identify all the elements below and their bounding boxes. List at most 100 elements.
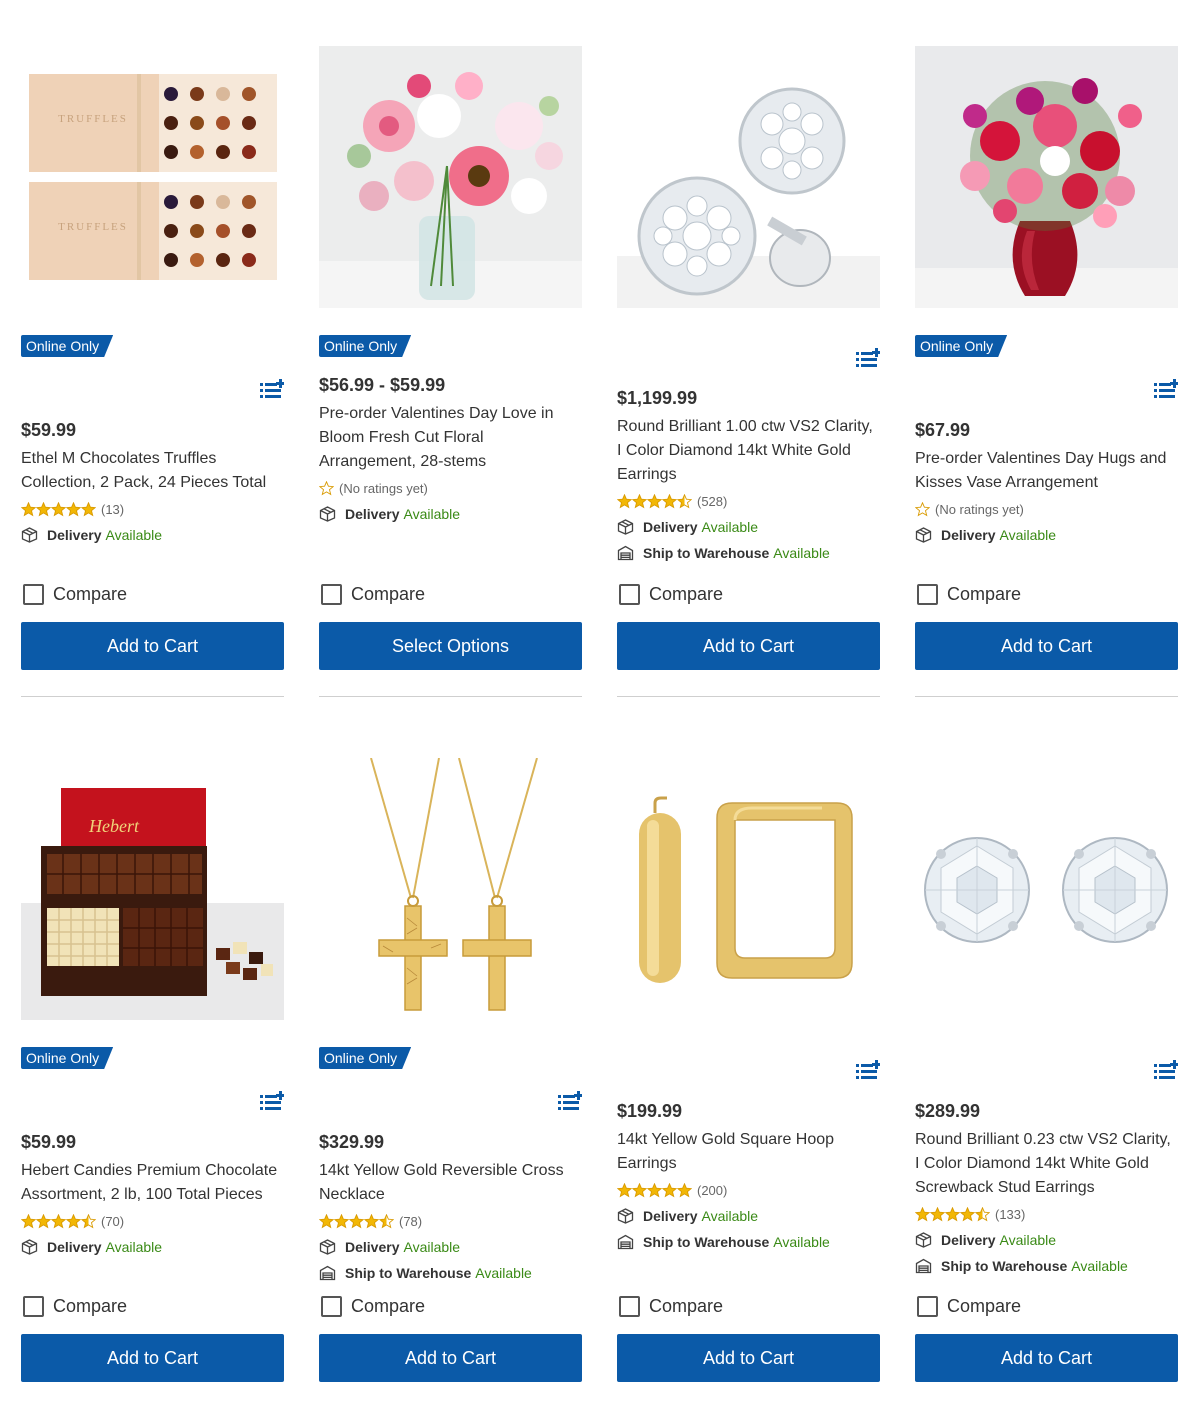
delivery-status: Delivery Available xyxy=(319,1238,582,1256)
star-icon xyxy=(319,480,334,495)
online-only-badge: Online Only xyxy=(319,1047,411,1069)
product-image[interactable] xyxy=(617,46,880,308)
review-count: (78) xyxy=(399,1213,423,1229)
product-card: Online Only $67.99 Pre-order Valentines … xyxy=(915,46,1178,697)
star-icon xyxy=(51,1213,66,1228)
review-count: (No ratings yet) xyxy=(339,480,428,496)
product-image[interactable]: TRUFFLES TRUFFLES xyxy=(21,46,284,308)
warehouse-icon xyxy=(319,1265,336,1281)
compare-checkbox[interactable]: Compare xyxy=(23,584,127,605)
delivery-status: Delivery Available xyxy=(915,1231,1178,1249)
add-to-cart-button[interactable]: Add to Cart xyxy=(617,1334,880,1382)
product-card: Online Only $329.99 14kt Yellow Gold Rev… xyxy=(319,758,582,1405)
compare-checkbox[interactable]: Compare xyxy=(321,1296,425,1317)
box-icon xyxy=(21,1239,38,1255)
checkbox[interactable] xyxy=(321,1296,342,1317)
add-to-cart-button[interactable]: Add to Cart xyxy=(617,622,880,670)
star-rating xyxy=(617,1182,692,1198)
star-icon xyxy=(632,493,647,508)
add-to-cart-button[interactable]: Add to Cart xyxy=(21,1334,284,1382)
compare-checkbox[interactable]: Compare xyxy=(321,584,425,605)
box-icon xyxy=(915,527,932,543)
checkbox[interactable] xyxy=(619,584,640,605)
product-info: $329.99 14kt Yellow Gold Reversible Cros… xyxy=(319,1131,582,1282)
checkbox[interactable] xyxy=(619,1296,640,1317)
star-icon xyxy=(349,1213,364,1228)
compare-checkbox[interactable]: Compare xyxy=(917,584,1021,605)
box-icon xyxy=(319,1239,336,1255)
product-title[interactable]: 14kt Yellow Gold Square Hoop Earrings xyxy=(617,1128,880,1176)
star-rating xyxy=(21,1213,96,1229)
checkbox[interactable] xyxy=(917,584,938,605)
product-image[interactable] xyxy=(319,758,582,1020)
online-only-badge: Online Only xyxy=(21,335,113,357)
star-rating xyxy=(915,501,930,517)
delivery-status: Delivery Available xyxy=(915,526,1178,544)
warehouse-icon xyxy=(617,1234,634,1250)
star-icon xyxy=(81,1213,96,1228)
star-icon xyxy=(36,501,51,516)
svg-text:TRUFFLES: TRUFFLES xyxy=(58,113,128,125)
checkbox[interactable] xyxy=(23,1296,44,1317)
delivery-status: Delivery Available xyxy=(319,505,582,523)
add-to-cart-button[interactable]: Add to Cart xyxy=(319,1334,582,1382)
product-image[interactable]: Hebert xyxy=(21,758,284,1020)
star-icon xyxy=(364,1213,379,1228)
add-to-cart-button[interactable]: Add to Cart xyxy=(915,622,1178,670)
add-to-list-icon[interactable] xyxy=(558,1091,582,1111)
product-rating: (70) xyxy=(21,1212,284,1230)
star-icon xyxy=(662,493,677,508)
checkbox[interactable] xyxy=(321,584,342,605)
divider xyxy=(319,696,582,697)
star-icon xyxy=(334,1213,349,1228)
star-icon xyxy=(677,1182,692,1197)
add-to-list-icon[interactable] xyxy=(260,379,284,399)
product-info: $199.99 14kt Yellow Gold Square Hoop Ear… xyxy=(617,1100,880,1251)
online-only-badge: Online Only xyxy=(21,1047,113,1069)
product-image[interactable] xyxy=(617,758,880,1020)
delivery-status: Delivery Available xyxy=(21,526,284,544)
product-card: $1,199.99 Round Brilliant 1.00 ctw VS2 C… xyxy=(617,46,880,697)
product-title[interactable]: Hebert Candies Premium Chocolate Assortm… xyxy=(21,1159,284,1207)
compare-checkbox[interactable]: Compare xyxy=(619,584,723,605)
box-icon xyxy=(617,1208,634,1224)
checkbox[interactable] xyxy=(23,584,44,605)
review-count: (70) xyxy=(101,1213,125,1229)
product-image[interactable] xyxy=(915,758,1178,1020)
divider xyxy=(915,696,1178,697)
product-card: $199.99 14kt Yellow Gold Square Hoop Ear… xyxy=(617,758,880,1405)
add-to-list-icon[interactable] xyxy=(856,348,880,368)
delivery-status: Delivery Available xyxy=(617,518,880,536)
compare-checkbox[interactable]: Compare xyxy=(917,1296,1021,1317)
product-image[interactable] xyxy=(915,46,1178,308)
add-to-list-icon[interactable] xyxy=(1154,1060,1178,1080)
star-icon xyxy=(930,1206,945,1221)
box-icon xyxy=(617,519,634,535)
product-rating: (78) xyxy=(319,1212,582,1230)
checkbox[interactable] xyxy=(917,1296,938,1317)
product-title[interactable]: 14kt Yellow Gold Reversible Cross Neckla… xyxy=(319,1159,582,1207)
product-image[interactable] xyxy=(319,46,582,308)
review-count: (133) xyxy=(995,1206,1026,1222)
product-title[interactable]: Ethel M Chocolates Truffles Collection, … xyxy=(21,447,284,495)
product-info: $59.99 Ethel M Chocolates Truffles Colle… xyxy=(21,419,284,544)
product-rating: (No ratings yet) xyxy=(915,500,1178,518)
add-to-cart-button[interactable]: Add to Cart xyxy=(915,1334,1178,1382)
add-to-list-icon[interactable] xyxy=(1154,379,1178,399)
compare-checkbox[interactable]: Compare xyxy=(619,1296,723,1317)
product-title[interactable]: Pre-order Valentines Day Hugs and Kisses… xyxy=(915,447,1178,495)
product-info: $1,199.99 Round Brilliant 1.00 ctw VS2 C… xyxy=(617,387,880,562)
product-title[interactable]: Round Brilliant 0.23 ctw VS2 Clarity, I … xyxy=(915,1128,1178,1200)
add-to-cart-button[interactable]: Add to Cart xyxy=(21,622,284,670)
select-options-button[interactable]: Select Options xyxy=(319,622,582,670)
product-title[interactable]: Pre-order Valentines Day Love in Bloom F… xyxy=(319,402,582,474)
add-to-list-icon[interactable] xyxy=(260,1091,284,1111)
product-info: $59.99 Hebert Candies Premium Chocolate … xyxy=(21,1131,284,1256)
svg-text:Hebert: Hebert xyxy=(88,816,140,836)
compare-checkbox[interactable]: Compare xyxy=(23,1296,127,1317)
box-icon xyxy=(915,1232,932,1248)
product-title[interactable]: Round Brilliant 1.00 ctw VS2 Clarity, I … xyxy=(617,415,880,487)
add-to-list-icon[interactable] xyxy=(856,1060,880,1080)
product-rating: (528) xyxy=(617,492,880,510)
divider xyxy=(21,696,284,697)
